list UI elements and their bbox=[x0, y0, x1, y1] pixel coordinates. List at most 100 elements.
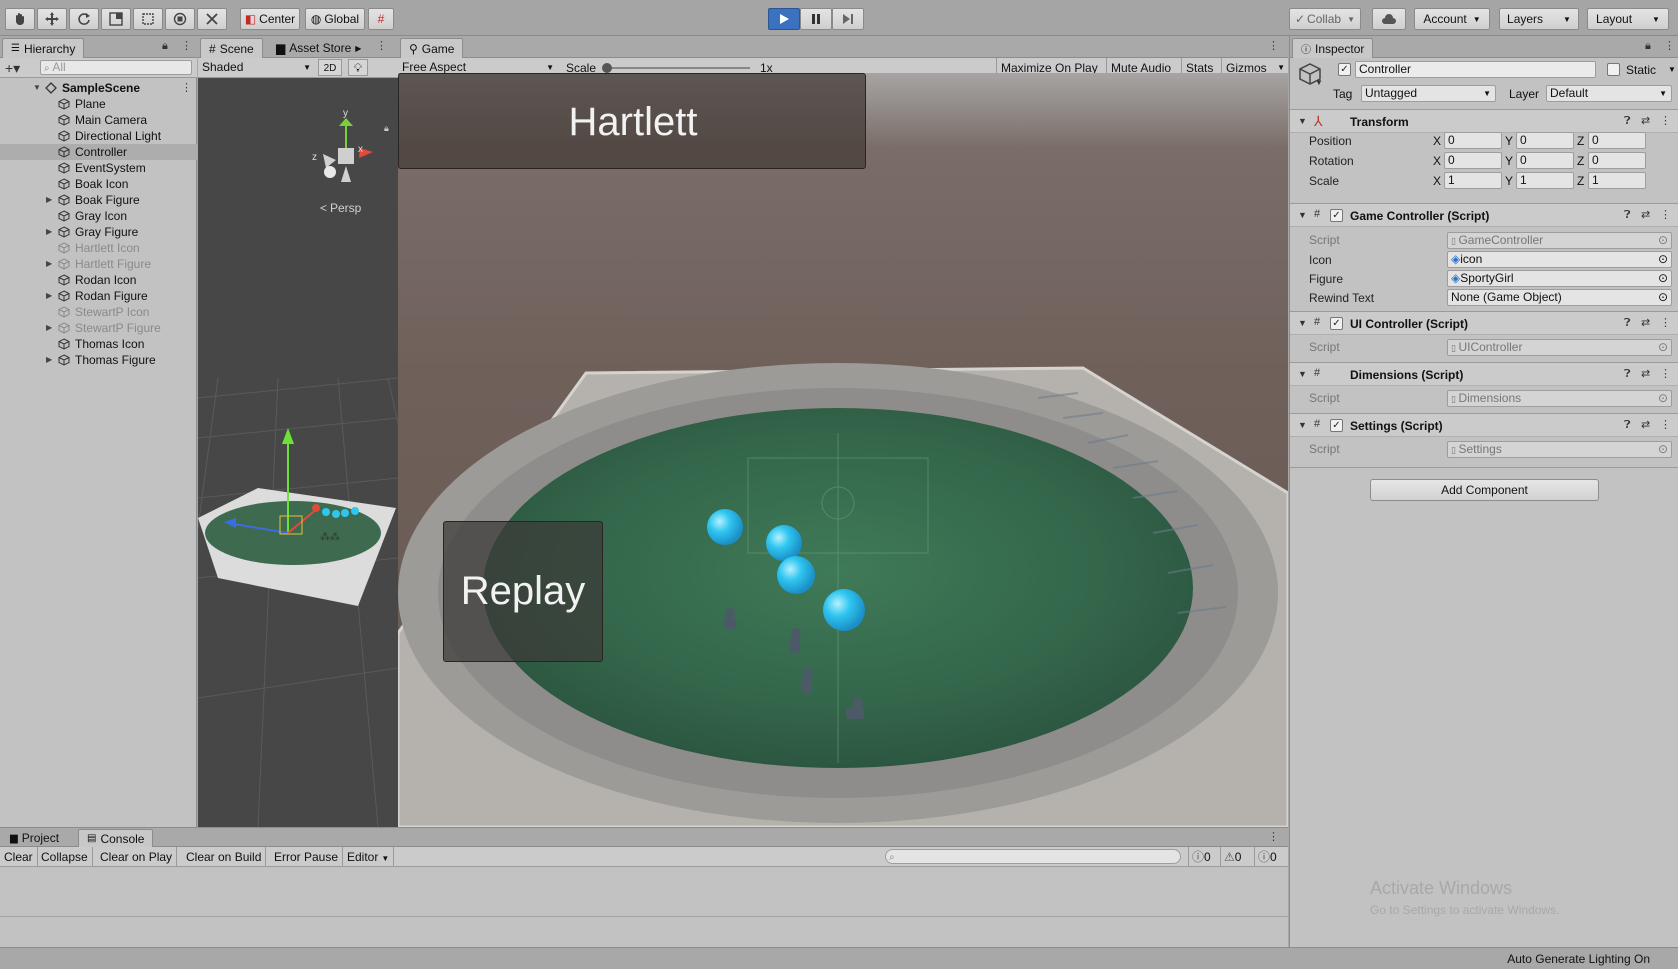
error-count-toggle[interactable]: ⓘ0 bbox=[1254, 847, 1280, 867]
layer-dropdown[interactable]: Default ▼ bbox=[1546, 85, 1672, 102]
preset-icon[interactable]: ⇄ bbox=[1641, 316, 1650, 329]
component-menu-icon[interactable]: ⋮ bbox=[1660, 114, 1671, 127]
console-search-input[interactable]: ⌕ bbox=[885, 849, 1181, 864]
expand-arrow-icon[interactable]: ▶ bbox=[46, 291, 52, 300]
scale-tool-icon[interactable] bbox=[101, 8, 131, 30]
y-value-field[interactable]: 0 bbox=[1516, 132, 1574, 149]
component-menu-icon[interactable]: ⋮ bbox=[1660, 316, 1671, 329]
preset-icon[interactable]: ⇄ bbox=[1641, 114, 1650, 127]
tab-game[interactable]: ⚲ Game bbox=[400, 38, 464, 58]
tab-console[interactable]: ▤ Console bbox=[78, 829, 154, 847]
replay-button[interactable]: Replay bbox=[443, 521, 603, 662]
tab-inspector[interactable]: ⓘ Inspector bbox=[1292, 38, 1374, 58]
expand-arrow-icon[interactable]: ▶ bbox=[46, 227, 52, 236]
kebab-menu-icon[interactable]: ⋮ bbox=[1664, 39, 1675, 52]
preset-icon[interactable]: ⇄ bbox=[1641, 208, 1650, 221]
help-icon[interactable]: ❓︎ bbox=[1624, 115, 1631, 128]
account-dropdown[interactable]: Account ▼ bbox=[1414, 8, 1490, 30]
transform-tool-icon[interactable] bbox=[165, 8, 195, 30]
hierarchy-item[interactable]: Hartlett Icon bbox=[0, 240, 197, 256]
collab-dropdown[interactable]: ✓ Collab ▼ bbox=[1289, 8, 1361, 30]
error-pause-button[interactable]: Error Pause bbox=[270, 847, 344, 867]
expand-arrow-icon[interactable]: ▶ bbox=[46, 323, 52, 332]
cloud-button[interactable] bbox=[1372, 8, 1406, 30]
add-component-button[interactable]: Add Component bbox=[1370, 479, 1599, 501]
lock-icon[interactable]: 🔒︎ bbox=[162, 40, 168, 53]
tag-dropdown[interactable]: Untagged ▼ bbox=[1361, 85, 1496, 102]
game-controller-header[interactable]: ▼ # ✓ Game Controller (Script) ❓︎ ⇄ ⋮ bbox=[1290, 203, 1678, 227]
static-caret-icon[interactable]: ▼ bbox=[1668, 65, 1676, 74]
hierarchy-item[interactable]: ▶ Thomas Figure bbox=[0, 352, 197, 368]
warning-count-toggle[interactable]: ⚠0 bbox=[1220, 847, 1244, 867]
shading-dropdown[interactable]: Shaded ▼ bbox=[200, 59, 313, 76]
x-value-field[interactable]: 1 bbox=[1444, 172, 1502, 189]
object-name-field[interactable]: Controller bbox=[1355, 61, 1596, 78]
foldout-arrow-icon[interactable]: ▼ bbox=[1298, 420, 1307, 430]
help-icon[interactable]: ❓︎ bbox=[1624, 419, 1631, 432]
hierarchy-item[interactable]: ▶ Rodan Figure bbox=[0, 288, 197, 304]
x-value-field[interactable]: 0 bbox=[1444, 132, 1502, 149]
lighting-toggle[interactable]: 💡︎ bbox=[348, 59, 368, 76]
hierarchy-item[interactable]: Main Camera bbox=[0, 112, 197, 128]
custom-tool-icon[interactable] bbox=[197, 8, 227, 30]
static-checkbox[interactable] bbox=[1607, 63, 1620, 76]
expand-arrow-icon[interactable]: ▶ bbox=[46, 259, 52, 268]
ui-controller-header[interactable]: ▼ # ✓ UI Controller (Script) ❓︎ ⇄ ⋮ bbox=[1290, 311, 1678, 335]
help-icon[interactable]: ❓︎ bbox=[1624, 317, 1631, 330]
settings-header[interactable]: ▼ # ✓ Settings (Script) ❓︎ ⇄ ⋮ bbox=[1290, 413, 1678, 437]
pause-button[interactable] bbox=[800, 8, 832, 30]
z-value-field[interactable]: 1 bbox=[1588, 172, 1646, 189]
expand-arrow-icon[interactable]: ▶ bbox=[46, 355, 52, 364]
collapse-button[interactable]: Collapse bbox=[37, 847, 93, 867]
object-picker-icon[interactable]: ⊙ bbox=[1658, 271, 1668, 286]
tab-asset-store[interactable]: ▆ Asset Store ▶ bbox=[268, 38, 369, 58]
icon-dropdown-caret-icon[interactable]: ▼ bbox=[1315, 78, 1323, 87]
figure-object-field[interactable]: ◈SportyGirl ⊙ bbox=[1447, 270, 1672, 287]
mode-2d-toggle[interactable]: 2D bbox=[318, 59, 342, 76]
help-icon[interactable]: ❓︎ bbox=[1624, 368, 1631, 381]
tab-project[interactable]: ▆ Project bbox=[2, 829, 67, 847]
hierarchy-item[interactable]: StewartP Icon bbox=[0, 304, 197, 320]
play-button[interactable] bbox=[768, 8, 800, 30]
pivot-toggle-button[interactable]: ◧ Center bbox=[240, 8, 300, 30]
hierarchy-item[interactable]: ▶ Hartlett Figure bbox=[0, 256, 197, 272]
component-menu-icon[interactable]: ⋮ bbox=[1660, 418, 1671, 431]
hierarchy-item[interactable]: Rodan Icon bbox=[0, 272, 197, 288]
component-enabled-checkbox[interactable]: ✓ bbox=[1330, 419, 1343, 432]
component-enabled-checkbox[interactable]: ✓ bbox=[1330, 209, 1343, 222]
rotate-tool-icon[interactable] bbox=[69, 8, 99, 30]
object-picker-icon[interactable]: ⊙ bbox=[1658, 252, 1668, 267]
y-value-field[interactable]: 1 bbox=[1516, 172, 1574, 189]
lock-icon[interactable]: 🔒︎ bbox=[1645, 40, 1651, 53]
active-checkbox[interactable]: ✓ bbox=[1338, 63, 1351, 76]
hierarchy-item[interactable]: Gray Icon bbox=[0, 208, 197, 224]
preset-icon[interactable]: ⇄ bbox=[1641, 367, 1650, 380]
component-menu-icon[interactable]: ⋮ bbox=[1660, 208, 1671, 221]
layers-dropdown[interactable]: Layers ▼ bbox=[1499, 8, 1579, 30]
kebab-menu-icon[interactable]: ⋮ bbox=[376, 39, 387, 52]
rect-tool-icon[interactable] bbox=[133, 8, 163, 30]
scale-slider[interactable] bbox=[602, 63, 750, 73]
hierarchy-item[interactable]: Thomas Icon bbox=[0, 336, 197, 352]
step-button[interactable] bbox=[832, 8, 864, 30]
kebab-menu-icon[interactable]: ⋮ bbox=[1268, 830, 1279, 843]
snap-button[interactable]: # bbox=[368, 8, 394, 30]
persp-label[interactable]: Persp bbox=[330, 201, 362, 215]
foldout-arrow-icon[interactable]: ▼ bbox=[1298, 318, 1307, 328]
move-tool-icon[interactable] bbox=[37, 8, 67, 30]
hierarchy-item[interactable]: Boak Icon bbox=[0, 176, 197, 192]
clear-on-play-button[interactable]: Clear on Play bbox=[96, 847, 178, 867]
foldout-arrow-icon[interactable]: ▼ bbox=[1298, 210, 1307, 220]
object-picker-icon[interactable]: ⊙ bbox=[1658, 290, 1668, 305]
expand-arrow-icon[interactable]: ▼ bbox=[33, 83, 41, 92]
foldout-arrow-icon[interactable]: ▼ bbox=[1298, 369, 1307, 379]
hierarchy-item[interactable]: ▶ StewartP Figure bbox=[0, 320, 197, 336]
z-value-field[interactable]: 0 bbox=[1588, 132, 1646, 149]
tab-scene[interactable]: # Scene bbox=[200, 38, 263, 58]
hierarchy-search-input[interactable]: ⌕ All bbox=[40, 60, 192, 75]
kebab-menu-icon[interactable]: ⋮ bbox=[181, 39, 192, 52]
space-toggle-button[interactable]: ◍ Global bbox=[305, 8, 365, 30]
hierarchy-item[interactable]: ▶ Boak Figure bbox=[0, 192, 197, 208]
dimensions-header[interactable]: ▼ # Dimensions (Script) ❓︎ ⇄ ⋮ bbox=[1290, 362, 1678, 386]
info-count-toggle[interactable]: ⓘ0 bbox=[1188, 847, 1214, 867]
